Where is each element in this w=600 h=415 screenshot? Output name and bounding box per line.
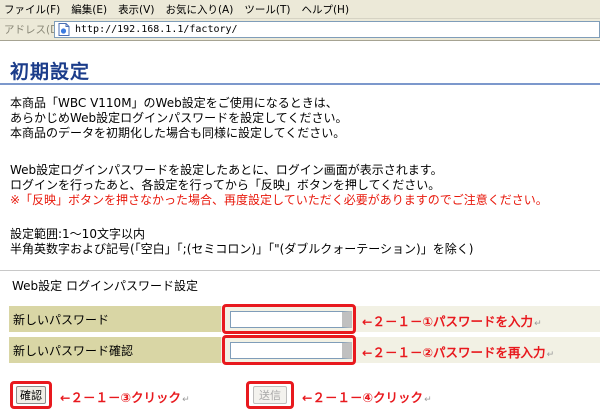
warning-text: ※「反映」ボタンを押さなかった場合、再度設定していただく必要がありますのでご注意… — [10, 193, 548, 207]
menu-bar: ファイル(F) 編集(E) 表示(V) お気に入り(A) ツール(T) ヘルプ(… — [0, 0, 600, 19]
range-text: 設定範囲:1～10文字以内 半角英数字および記号(「空白」「;(セミコロン)」「… — [10, 227, 473, 257]
info-line: Web設定ログインパスワードを設定したあとに、ログイン画面が表示されます。 — [10, 163, 443, 177]
return-mark-icon: ↵ — [546, 350, 555, 360]
info-text: Web設定ログインパスワードを設定したあとに、ログイン画面が表示されます。 ログ… — [10, 163, 548, 208]
range-line: 設定範囲:1～10文字以内 — [10, 227, 145, 241]
annotation-2: ←２－１－②パスワードを再入力↵ — [362, 342, 554, 361]
return-mark-icon: ↵ — [424, 395, 432, 405]
annotation-2-text: ←２－１－②パスワードを再入力 — [362, 345, 546, 360]
page-icon — [58, 23, 70, 36]
menu-view[interactable]: 表示(V) — [118, 2, 154, 17]
new-password-label: 新しいパスワード — [9, 306, 221, 332]
range-line: 半角英数字および記号(「空白」「;(セミコロン)」「"(ダブルクォーテーション)… — [10, 242, 474, 256]
intro-line: 本商品のデータを初期化した場合も同様に設定してください。 — [10, 126, 346, 140]
menu-edit[interactable]: 編集(E) — [71, 2, 107, 17]
confirm-password-input[interactable] — [230, 342, 352, 359]
address-url: http://192.168.1.1/factory/ — [75, 24, 238, 35]
address-input[interactable]: http://192.168.1.1/factory/ — [54, 21, 600, 38]
title-divider — [0, 83, 600, 85]
confirm-button[interactable]: 確認 — [16, 386, 46, 404]
annotation-3: ←２－１－③クリック↵ — [60, 387, 190, 406]
page-title: 初期設定 — [10, 61, 91, 83]
send-button[interactable]: 送信 — [253, 386, 287, 404]
menu-favorites[interactable]: お気に入り(A) — [165, 2, 233, 17]
menu-tools[interactable]: ツール(T) — [244, 2, 290, 17]
info-line: ログインを行ったあと、各設定を行ってから「反映」ボタンを押してください。 — [10, 178, 441, 192]
section-title: Web設定 ログインパスワード設定 — [12, 279, 198, 293]
intro-line: あらかじめWeb設定ログインパスワードを設定してください。 — [10, 111, 348, 125]
annotation-4-text: ←２－１－④クリック — [302, 390, 424, 405]
annotation-4: ←２－１－④クリック↵ — [302, 387, 432, 406]
annotation-1-text: ←２－１－①パスワードを入力 — [362, 314, 534, 329]
annotation-3-text: ←２－１－③クリック — [60, 390, 182, 405]
menu-help[interactable]: ヘルプ(H) — [301, 2, 349, 17]
intro-text: 本商品「WBC V110M」のWeb設定をご使用になるときは、 あらかじめWeb… — [10, 96, 347, 141]
menu-file[interactable]: ファイル(F) — [4, 2, 60, 17]
return-mark-icon: ↵ — [182, 395, 190, 405]
section-divider — [0, 270, 600, 271]
address-bar: アドレス(D) http://192.168.1.1/factory/ — [0, 19, 600, 41]
return-mark-icon: ↵ — [534, 319, 542, 329]
intro-line: 本商品「WBC V110M」のWeb設定をご使用になるときは、 — [10, 96, 338, 110]
address-label: アドレス(D) — [4, 24, 63, 36]
annotation-1: ←２－１－①パスワードを入力↵ — [362, 311, 542, 330]
new-password-input[interactable] — [230, 311, 352, 328]
confirm-password-label: 新しいパスワード確認 — [9, 337, 221, 363]
